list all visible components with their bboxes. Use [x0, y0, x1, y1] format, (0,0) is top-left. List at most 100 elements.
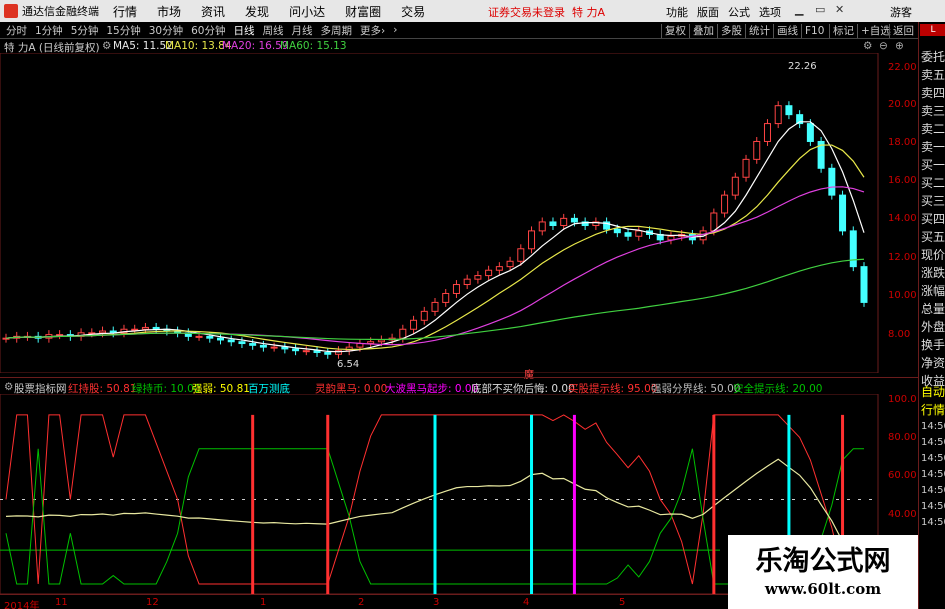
sidebar-item[interactable]: 涨跌 [920, 264, 945, 282]
menu-ask[interactable]: 问小达 [289, 3, 325, 20]
candle-body [463, 278, 471, 286]
sidebar-item[interactable]: 外盘 [920, 318, 945, 336]
sidebar-item[interactable]: 涨幅 [920, 282, 945, 300]
sidebar-item[interactable]: 买四 [920, 210, 945, 228]
period-tick[interactable]: 分时 [6, 23, 27, 38]
indicator-tick: 100.0 [888, 394, 917, 405]
time-tick: 5 [619, 597, 626, 608]
close-icon[interactable]: ✕ [835, 3, 844, 16]
period-15min[interactable]: 15分钟 [106, 23, 140, 38]
menu-options[interactable]: 选项 [759, 4, 781, 20]
candle-body [613, 228, 621, 234]
menu-discover[interactable]: 发现 [245, 3, 269, 20]
indicator-settings-icon[interactable]: ⚙ [4, 381, 13, 393]
btn-back[interactable]: 返回 [889, 24, 917, 38]
watermark-url: www.60lt.com [764, 580, 882, 598]
period-30min[interactable]: 30分钟 [149, 23, 183, 38]
menu-wealth[interactable]: 财富圈 [345, 3, 381, 20]
candle-body [731, 176, 739, 196]
period-5min[interactable]: 5分钟 [71, 23, 99, 38]
price-tick: 14.00 [888, 213, 917, 224]
guest-label[interactable]: 游客 [890, 4, 912, 20]
candle-body [849, 230, 857, 268]
candle-body [324, 351, 332, 355]
period-1min[interactable]: 1分钟 [35, 23, 63, 38]
candle-body [249, 343, 257, 346]
tick-time: 14:50 [921, 501, 945, 512]
candle-body [538, 221, 546, 232]
candle-body [474, 275, 482, 280]
pane-divider [0, 377, 918, 378]
btn-fuquan[interactable]: 复权 [661, 24, 689, 38]
period-more[interactable]: 更多› [360, 23, 385, 38]
indicator-tick: 60.00 [888, 470, 917, 481]
sidebar-quote[interactable]: 行情 [920, 401, 945, 419]
price-tick: 22.00 [888, 62, 917, 73]
high-price-label: 22.26 [788, 61, 817, 72]
price-tick: 16.00 [888, 175, 917, 186]
candle-body [495, 266, 503, 271]
sidebar-item[interactable]: 买三 [920, 192, 945, 210]
candle-body [560, 217, 568, 227]
low-price-label: 6.54 [337, 359, 360, 370]
sidebar-item[interactable]: 现价 [920, 246, 945, 264]
tick-time: 14:50 [921, 469, 945, 480]
sidebar-tab-l[interactable]: L [920, 24, 945, 36]
chart-frame [0, 53, 879, 373]
sidebar-item[interactable]: 卖二 [920, 120, 945, 138]
event-marker[interactable]: 魔 [524, 366, 534, 381]
menu-formula[interactable]: 公式 [728, 4, 750, 20]
sidebar-item[interactable]: 买一 [920, 156, 945, 174]
legend-ma60: MA60: 15.13 [280, 40, 347, 52]
candle-body [217, 337, 224, 341]
candle-body [420, 310, 428, 321]
minimize-icon[interactable]: ▁ [795, 3, 803, 16]
price-tick: 10.00 [888, 290, 917, 301]
ma5-line [5, 121, 865, 353]
sidebar-item[interactable]: 总量 [920, 300, 945, 318]
settings-gear-icon[interactable]: ⚙ [102, 40, 111, 52]
period-monthly[interactable]: 月线 [292, 23, 313, 38]
btn-mark[interactable]: 标记 [829, 24, 857, 38]
btn-overlay[interactable]: 叠加 [689, 24, 717, 38]
forward-icon[interactable]: › [393, 24, 397, 36]
menu-news[interactable]: 资讯 [201, 3, 225, 20]
title-bar: 通达信金融终端 行情 市场 资讯 发现 问小达 财富圈 交易 证券交易未登录 特… [0, 0, 945, 22]
sidebar-item[interactable]: 卖四 [920, 84, 945, 102]
period-60min[interactable]: 60分钟 [191, 23, 225, 38]
settings-icon[interactable]: ⚙ [863, 40, 872, 52]
btn-multi-stock[interactable]: 多股 [717, 24, 745, 38]
menu-market[interactable]: 行情 [113, 3, 137, 20]
btn-draw[interactable]: 画线 [773, 24, 801, 38]
btn-f10[interactable]: F10 [801, 24, 827, 38]
restore-icon[interactable]: ▭ [815, 3, 825, 16]
menu-board[interactable]: 市场 [157, 3, 181, 20]
candle-body [774, 105, 782, 125]
price-chart[interactable] [0, 53, 886, 373]
candle-body [549, 221, 557, 227]
sidebar-auto[interactable]: 自动 [920, 383, 945, 401]
sidebar-item[interactable]: 卖五 [920, 66, 945, 84]
time-tick: 11 [55, 597, 68, 608]
login-status[interactable]: 证券交易未登录 特 力A [488, 4, 605, 20]
menu-function[interactable]: 功能 [666, 4, 688, 20]
period-daily[interactable]: 日线 [234, 23, 255, 38]
sidebar-item[interactable]: 换手 [920, 336, 945, 354]
candle-body [763, 123, 771, 142]
candle-body [259, 344, 267, 348]
zoom-in-icon[interactable]: ⊕ [895, 40, 904, 52]
btn-stats[interactable]: 统计 [745, 24, 773, 38]
sidebar-item[interactable]: 买二 [920, 174, 945, 192]
menu-trade[interactable]: 交易 [401, 3, 425, 20]
period-multi[interactable]: 多周期 [321, 23, 353, 38]
candle-body [302, 350, 310, 353]
sidebar-item[interactable]: 卖一 [920, 138, 945, 156]
menu-layout[interactable]: 版面 [697, 4, 719, 20]
sidebar-item[interactable]: 净资 [920, 354, 945, 372]
period-weekly[interactable]: 周线 [263, 23, 284, 38]
sidebar-item[interactable]: 委托 [920, 48, 945, 66]
zoom-out-icon[interactable]: ⊖ [879, 40, 888, 52]
candle-body [667, 235, 675, 241]
sidebar-item[interactable]: 买五 [920, 228, 945, 246]
sidebar-item[interactable]: 卖三 [920, 102, 945, 120]
